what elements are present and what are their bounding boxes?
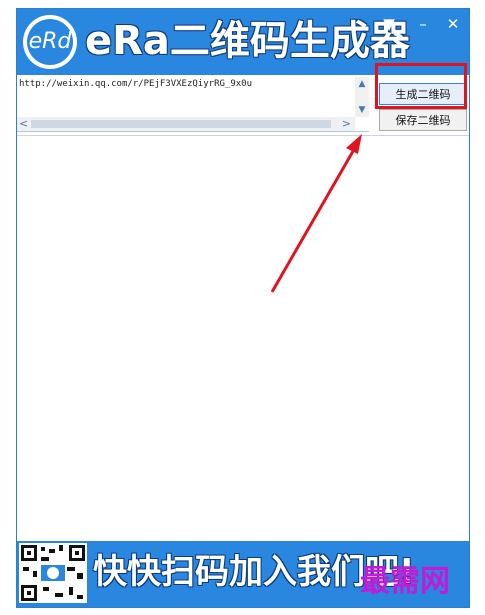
scroll-up-icon[interactable]: ▲: [355, 77, 369, 91]
url-input[interactable]: http://weixin.qq.com/r/PEjF3VXEzQiyrRG_9…: [17, 77, 369, 132]
highlight-box: [375, 63, 467, 109]
app-title: eRa二维码生成器: [85, 18, 410, 64]
app-window: eRd eRa二维码生成器 ▼ – ✕ http://weixin.qq.com…: [16, 8, 470, 608]
horizontal-scrollbar[interactable]: < >: [17, 117, 355, 131]
scroll-right-icon[interactable]: >: [342, 117, 351, 131]
scroll-down-icon[interactable]: ▼: [355, 103, 369, 117]
qr-code-image: [19, 543, 87, 603]
close-button[interactable]: ✕: [443, 15, 463, 33]
watermark-text: 最需网: [360, 564, 450, 599]
vertical-scrollbar[interactable]: ▲ ▼: [355, 77, 369, 117]
url-text: http://weixin.qq.com/r/PEjF3VXEzQiyrRG_9…: [19, 79, 252, 89]
menu-dropdown-icon[interactable]: ▼: [379, 15, 399, 33]
app-logo: eRd: [23, 15, 77, 69]
scroll-thumb[interactable]: [31, 120, 331, 128]
logo-text: eRd: [27, 19, 73, 65]
save-qr-button[interactable]: 保存二维码: [379, 109, 467, 131]
minimize-button[interactable]: –: [413, 15, 433, 33]
qr-preview-area: [17, 135, 469, 542]
scroll-left-icon[interactable]: <: [19, 117, 28, 131]
